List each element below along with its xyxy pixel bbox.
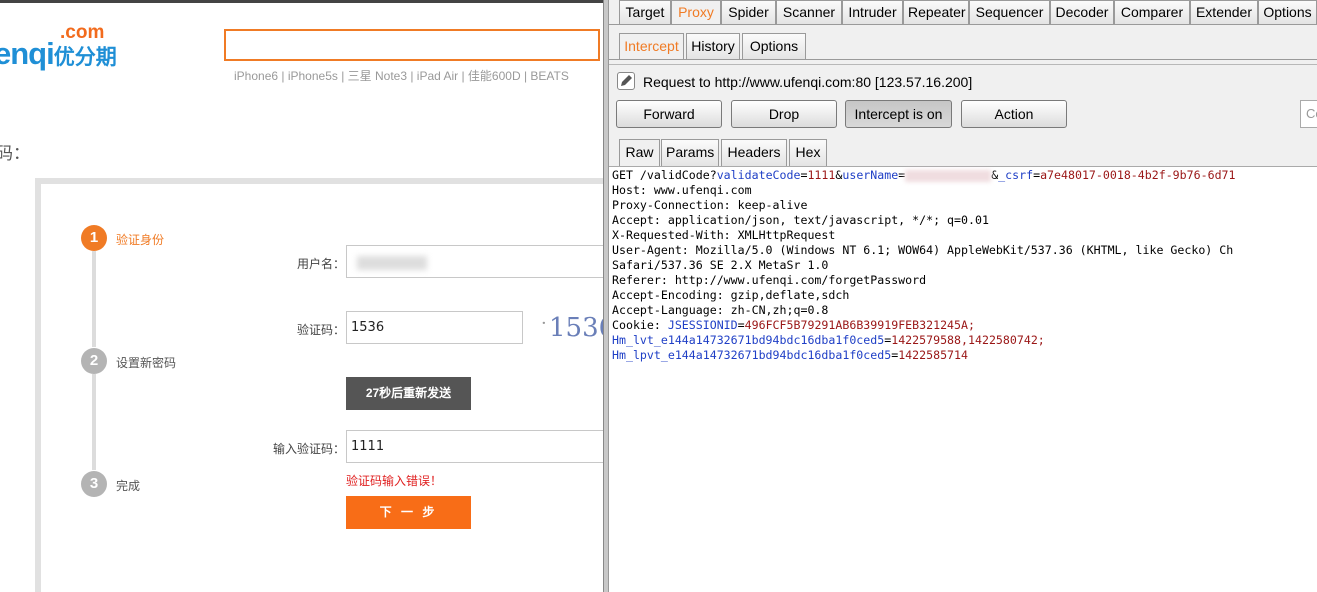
- tab-options[interactable]: Options: [1258, 0, 1317, 24]
- main-tabs-baseline: [609, 24, 1317, 25]
- header-line: Safari/537.36 SE 2.X MetaSr 1.0: [612, 258, 829, 272]
- header-line: Accept: application/json, text/javascrip…: [612, 213, 989, 227]
- step-3-icon: 3: [81, 471, 107, 497]
- tab-params[interactable]: Params: [661, 139, 719, 166]
- step-1-icon: 1: [81, 225, 107, 251]
- burp-suite-window: Target Proxy Spider Scanner Intruder Rep…: [609, 0, 1317, 592]
- intercept-toggle-button[interactable]: Intercept is on: [845, 100, 952, 128]
- tab-headers[interactable]: Headers: [721, 139, 787, 166]
- request-line: GET /validCode?validateCode=1111&userNam…: [612, 168, 1236, 182]
- drop-button[interactable]: Drop: [731, 100, 837, 128]
- tab-extender[interactable]: Extender: [1190, 0, 1258, 24]
- sms-code-input[interactable]: 1111: [346, 430, 603, 463]
- username-field[interactable]: [346, 245, 603, 278]
- tab-intruder[interactable]: Intruder: [842, 0, 903, 24]
- captcha-image[interactable]: · 1536: [537, 309, 603, 347]
- forward-button[interactable]: Forward: [616, 100, 722, 128]
- header-line: Accept-Language: zh-CN,zh;q=0.8: [612, 303, 829, 317]
- screen: .com enqi优分期 iPhone6 | iPhone5s | 三星 Not…: [0, 0, 1317, 592]
- step-2-label: 设置新密码: [116, 356, 177, 370]
- tab-proxy-options[interactable]: Options: [742, 33, 806, 59]
- logo-brand-text: enqi优分期: [0, 36, 117, 71]
- tab-decoder[interactable]: Decoder: [1050, 0, 1114, 24]
- tab-scanner[interactable]: Scanner: [776, 0, 842, 24]
- captcha-image-text: 1536: [549, 313, 603, 343]
- redacted-username: [905, 169, 992, 182]
- tab-target[interactable]: Target: [619, 0, 671, 24]
- tab-hex[interactable]: Hex: [789, 139, 827, 166]
- header-line: Host: www.ufenqi.com: [612, 183, 752, 197]
- tab-spider[interactable]: Spider: [721, 0, 776, 24]
- message-search-input[interactable]: Co: [1300, 100, 1317, 128]
- resend-code-button[interactable]: 27秒后重新发送: [346, 377, 471, 410]
- cookie-line: Cookie: JSESSIONID=496FCF5B79291AB6B3991…: [612, 318, 975, 332]
- cookie-line: Hm_lpvt_e144a14732671bd94bdc16dba1f0ced5…: [612, 348, 968, 362]
- raw-request-editor[interactable]: GET /validCode?validateCode=1111&userNam…: [609, 166, 1317, 592]
- header-line: Proxy-Connection: keep-alive: [612, 198, 808, 212]
- site-search-input[interactable]: [224, 29, 600, 61]
- edit-request-icon[interactable]: [617, 72, 635, 90]
- browser-page: .com enqi优分期 iPhone6 | iPhone5s | 三星 Not…: [0, 0, 603, 592]
- hot-search-links[interactable]: iPhone6 | iPhone5s | 三星 Note3 | iPad Air…: [234, 67, 569, 84]
- browser-top-border: [0, 0, 603, 3]
- tab-intercept[interactable]: Intercept: [619, 33, 684, 59]
- username-label: 用户名：: [297, 257, 346, 271]
- step-1-label: 验证身份: [116, 233, 165, 247]
- proxy-tabs-baseline: [609, 59, 1317, 60]
- captcha-input[interactable]: 1536: [346, 311, 523, 344]
- error-message: 验证码输入错误！: [346, 474, 443, 488]
- tab-sequencer[interactable]: Sequencer: [969, 0, 1050, 24]
- tab-raw[interactable]: Raw: [619, 139, 660, 166]
- header-line: X-Requested-With: XMLHttpRequest: [612, 228, 836, 242]
- sms-code-label: 输入验证码：: [273, 442, 346, 456]
- intercept-panel-border: [609, 64, 1317, 65]
- request-target-info: Request to http://www.ufenqi.com:80 [123…: [643, 74, 973, 90]
- tab-repeater[interactable]: Repeater: [903, 0, 969, 24]
- tab-comparer[interactable]: Comparer: [1114, 0, 1190, 24]
- tab-proxy[interactable]: Proxy: [671, 0, 721, 24]
- step-2-icon: 2: [81, 348, 107, 374]
- next-step-button[interactable]: 下 一 步: [346, 496, 471, 529]
- header-line: Referer: http://www.ufenqi.com/forgetPas…: [612, 273, 927, 287]
- action-button[interactable]: Action: [961, 100, 1067, 128]
- page-heading: 码：: [0, 144, 30, 164]
- cookie-line: Hm_lvt_e144a14732671bd94bdc16dba1f0ced5=…: [612, 333, 1045, 347]
- redacted-username: [357, 256, 427, 270]
- header-line: Accept-Encoding: gzip,deflate,sdch: [612, 288, 850, 302]
- header-line: User-Agent: Mozilla/5.0 (Windows NT 6.1;…: [612, 243, 1234, 257]
- step-connector: [92, 374, 96, 470]
- tab-history[interactable]: History: [686, 33, 740, 59]
- step-3-label: 完成: [116, 479, 141, 493]
- step-connector: [92, 251, 96, 347]
- captcha-label: 验证码：: [297, 323, 346, 337]
